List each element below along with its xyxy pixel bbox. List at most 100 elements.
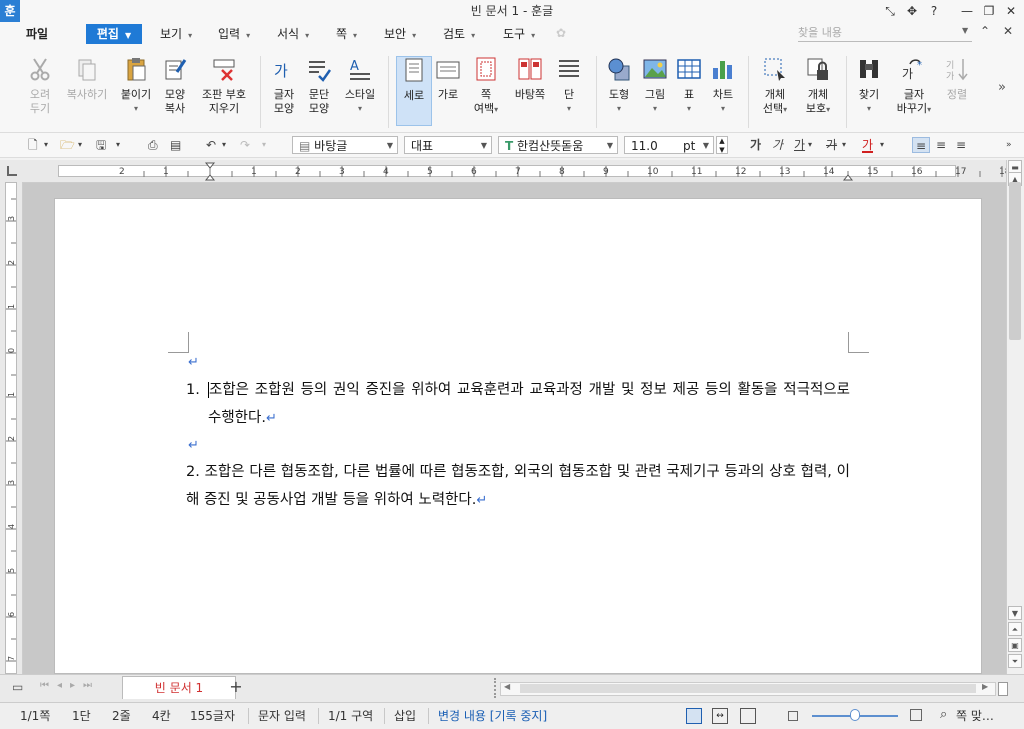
indent-marker-bottom[interactable] (204, 174, 216, 181)
document-page[interactable] (54, 198, 982, 674)
zoom-slider-knob[interactable] (850, 709, 860, 721)
menu-view[interactable]: 보기 ▾ (160, 24, 192, 44)
picture-button[interactable]: 그림 ▾ (640, 56, 670, 116)
menu-review[interactable]: 검토 ▾ (443, 24, 475, 44)
collapse-ribbon-icon[interactable]: ⌃ (980, 24, 990, 38)
paragraph-2[interactable]: 2. 조합은 다른 협동조합, 다른 법률에 따른 협동조합, 외국의 협동조합… (186, 458, 850, 515)
plugin-icon[interactable]: ✿ (556, 26, 572, 40)
zoom-out-icon[interactable] (788, 711, 798, 721)
font-size-input[interactable]: 11.0 pt ▼ (624, 136, 714, 154)
menu-page[interactable]: 쪽 ▾ (336, 24, 357, 44)
page-nav-button[interactable]: ▣ (1008, 638, 1022, 652)
tab-nav-arrows[interactable]: ⏮◂▸⏭ (40, 680, 100, 691)
document-tab[interactable]: 빈 문서 1 (122, 676, 236, 699)
next-page-button[interactable]: ⏷ (1008, 654, 1022, 668)
undo-icon[interactable]: ↶ (206, 137, 216, 153)
center-align-button[interactable]: ≡ (956, 137, 966, 153)
menu-edit[interactable]: 편집 ▼ (86, 24, 142, 44)
strikethrough-dropdown-icon[interactable]: ▾ (842, 137, 846, 153)
save-icon[interactable]: 🖫 (96, 137, 106, 153)
sort-button[interactable]: 기가 정렬 (942, 56, 972, 102)
underline-dropdown-icon[interactable]: ▾ (808, 137, 812, 153)
redo-icon[interactable]: ↷ (240, 137, 250, 153)
indent-marker-top[interactable] (204, 162, 216, 169)
status-page[interactable]: 1/1쪽 (20, 708, 50, 724)
object-protect-button[interactable]: 개체 보호▾ (798, 56, 838, 117)
menu-security[interactable]: 보안 ▾ (384, 24, 416, 44)
open-folder-icon[interactable]: 🗁 (60, 137, 75, 153)
full-page-icon[interactable] (740, 708, 756, 724)
chart-button[interactable]: 차트 ▾ (708, 56, 738, 116)
save-dropdown-icon[interactable]: ▾ (116, 137, 120, 153)
vertical-page-button[interactable]: 세로 (396, 56, 432, 126)
add-tab-button[interactable]: + (226, 676, 246, 698)
font-select[interactable]: T 한컴산뜻돋움 ▼ (498, 136, 618, 154)
magnifier-icon[interactable]: ⌕ (940, 707, 947, 722)
layout-icon[interactable]: ✥ (902, 0, 922, 22)
shape-button[interactable]: 도형 ▾ (604, 56, 634, 116)
clear-marks-button[interactable]: 조판 부호 지우기 (196, 56, 252, 116)
horizontal-scroll-thumb[interactable] (520, 684, 976, 693)
search-dropdown-icon[interactable]: ▼ (962, 26, 968, 35)
object-select-button[interactable]: 개체 선택▾ (756, 56, 794, 117)
print-preview-icon[interactable]: ▤ (170, 137, 181, 153)
menu-format[interactable]: 서식 ▾ (277, 24, 309, 44)
replace-button[interactable]: 가 * 글자 바꾸기▾ (894, 56, 934, 117)
toolbar-more-icon[interactable]: » (1006, 137, 1012, 153)
horizontal-page-button[interactable]: 가로 (433, 56, 463, 102)
menu-file[interactable]: 파일 (26, 24, 48, 44)
language-select[interactable]: 대표 ▼ (404, 136, 492, 154)
bold-button[interactable]: 가 (750, 137, 761, 153)
para-shape-button[interactable]: 문단 모양 (302, 56, 336, 116)
menu-insert[interactable]: 입력 ▾ (218, 24, 250, 44)
undo-dropdown-icon[interactable]: ▾ (222, 137, 226, 153)
status-section[interactable]: 1/1 구역 (318, 708, 373, 724)
strikethrough-button[interactable]: 가 (826, 137, 837, 153)
print-icon[interactable]: ⎙ (148, 137, 158, 153)
font-color-dropdown-icon[interactable]: ▾ (880, 137, 884, 153)
prev-page-button[interactable]: ⏶ (1008, 622, 1022, 636)
paragraph-1[interactable]: 1. 조합은 조합원 등의 권익 증진을 위하여 교육훈련과 교육과정 개발 및 … (186, 376, 850, 433)
new-doc-dropdown-icon[interactable]: ▾ (44, 137, 48, 153)
redo-dropdown-icon[interactable]: ▾ (262, 137, 266, 153)
page-view-icon[interactable] (686, 708, 702, 724)
copy-button[interactable]: 복사하기 (62, 56, 112, 102)
cut-button[interactable]: 오려 두기 (24, 56, 56, 116)
scroll-left-button[interactable]: ◀ (504, 682, 510, 691)
fullscreen-icon[interactable]: ⤡ (880, 0, 900, 22)
scroll-down-button[interactable]: ▼ (1008, 606, 1022, 620)
underline-button[interactable]: 가 (794, 137, 805, 153)
char-shape-button[interactable]: 가 글자 모양 (268, 56, 300, 116)
search-input[interactable]: 찾을 내용 (798, 25, 972, 42)
scroll-right-button[interactable]: ▶ (982, 682, 988, 691)
horizontal-ruler[interactable]: 21123456789101112131415161718 (22, 160, 1006, 183)
table-button[interactable]: 표 ▾ (676, 56, 702, 116)
fit-width-icon[interactable]: ↔ (712, 708, 728, 724)
font-color-button[interactable]: 가 (862, 137, 874, 153)
status-track-changes[interactable]: 변경 내용 [기록 중지] (428, 708, 547, 724)
ribbon-more-icon[interactable]: » (998, 80, 1006, 95)
format-copy-button[interactable]: 모양 복사 (158, 56, 192, 116)
zoom-level[interactable]: 쪽 맞… (956, 708, 994, 724)
close-button[interactable]: ✕ (1000, 0, 1022, 22)
tab-list-icon[interactable]: ▭ (12, 680, 23, 694)
font-size-stepper[interactable]: ▲ ▼ (716, 136, 728, 154)
split-horizontal-icon[interactable] (998, 682, 1008, 696)
find-button[interactable]: 찾기 ▾ (854, 56, 884, 116)
tab-type-icon[interactable] (7, 166, 17, 176)
page-margin-button[interactable]: 쪽 여백▾ (468, 56, 504, 117)
italic-button[interactable]: 가 (772, 137, 783, 153)
style-select[interactable]: ▤ 바탕글 ▼ (292, 136, 398, 154)
restore-button[interactable]: ❐ (978, 0, 1000, 22)
zoom-in-icon[interactable] (910, 709, 922, 721)
style-button[interactable]: A 스타일 ▾ (340, 56, 380, 116)
right-indent-marker[interactable] (842, 174, 854, 181)
status-insert-mode[interactable]: 삽입 (384, 708, 416, 724)
column-button[interactable]: 단 ▾ (554, 56, 584, 116)
master-page-button[interactable]: 바탕쪽 (510, 56, 550, 102)
open-dropdown-icon[interactable]: ▾ (78, 137, 82, 153)
new-doc-icon[interactable]: 🗋 (28, 137, 38, 153)
justify-align-button[interactable]: ≡ (912, 137, 930, 153)
status-input-mode[interactable]: 문자 입력 (248, 708, 306, 724)
menu-tools[interactable]: 도구 ▾ (503, 24, 535, 44)
